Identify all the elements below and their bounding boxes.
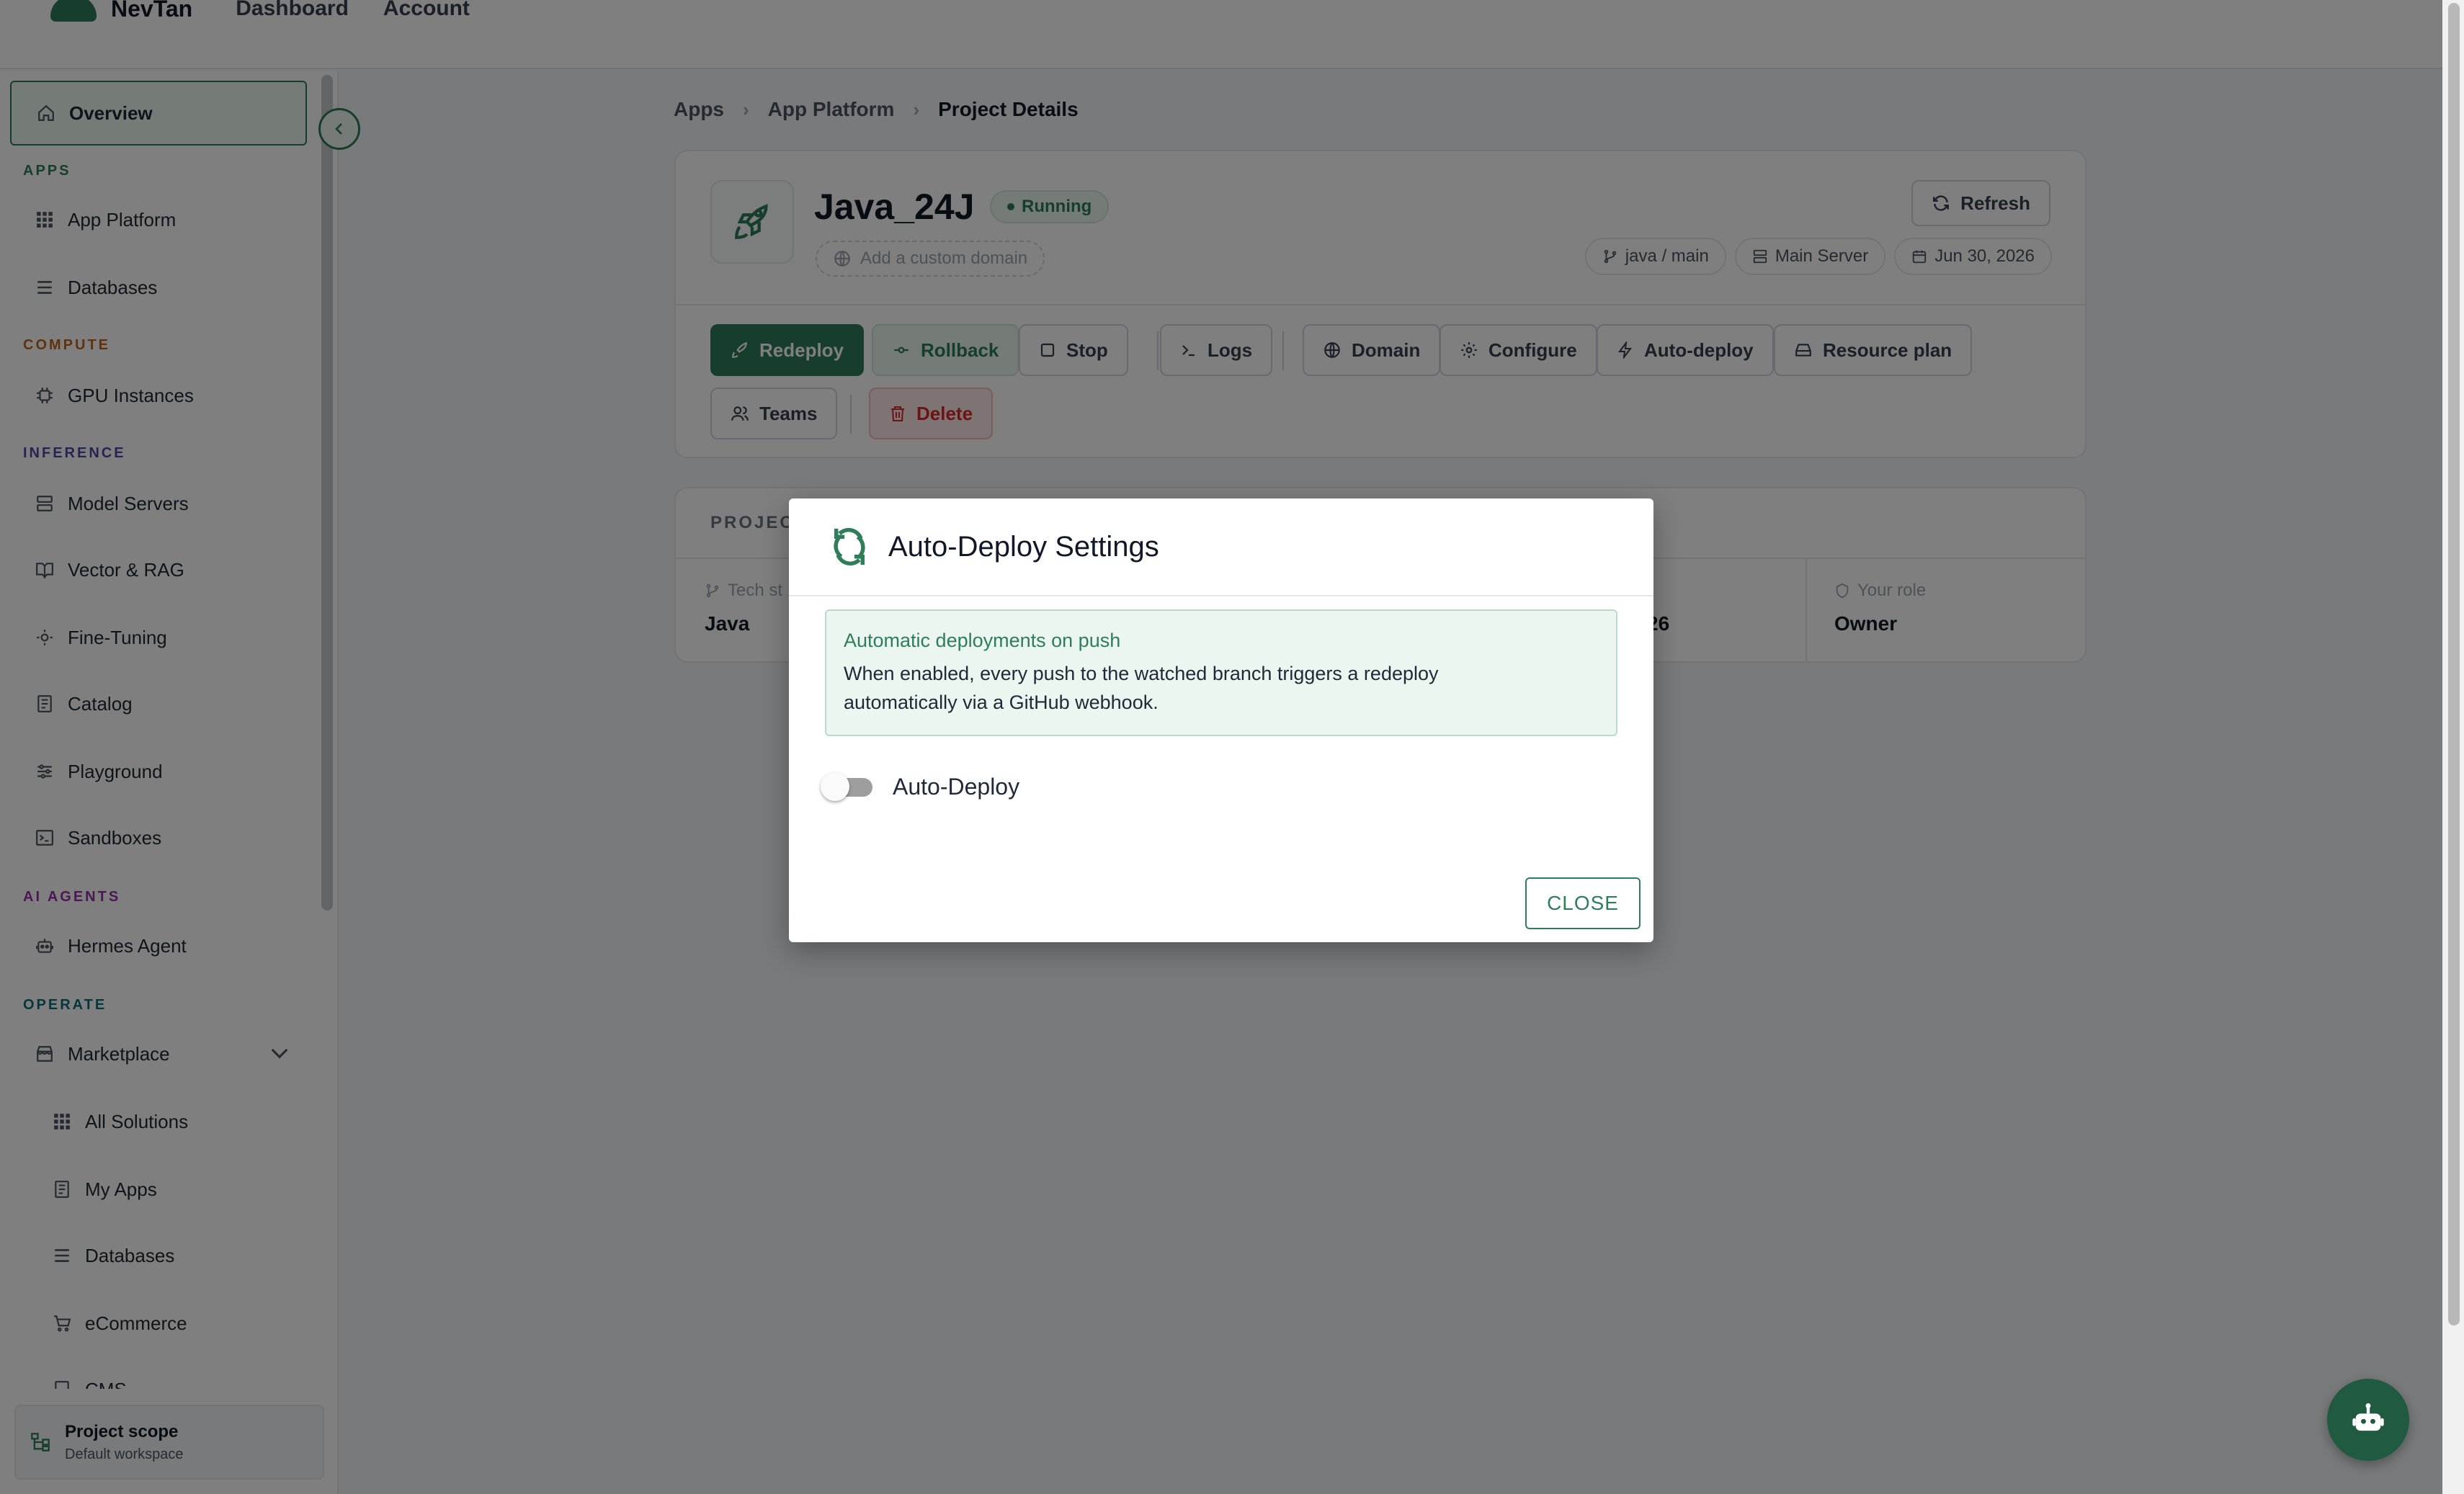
info-title: Automatic deployments on push — [844, 630, 1121, 651]
assistant-chat-button[interactable] — [2327, 1379, 2409, 1461]
robot-icon — [2352, 1403, 2384, 1431]
auto-deploy-toggle-row: Auto-Deploy — [821, 772, 1019, 801]
sync-icon — [834, 527, 865, 566]
auto-deploy-dialog: Auto-Deploy Settings Automatic deploymen… — [789, 498, 1653, 942]
switch-knob — [821, 772, 849, 801]
info-body: When enabled, every push to the watched … — [844, 663, 1439, 713]
page-scrollbar[interactable] — [2448, 3, 2460, 1325]
info-alert: Automatic deployments on push When enabl… — [825, 609, 1617, 736]
dialog-header: Auto-Deploy Settings — [789, 498, 1653, 596]
dialog-title: Auto-Deploy Settings — [888, 530, 1159, 563]
auto-deploy-switch[interactable] — [821, 772, 877, 801]
auto-deploy-label: Auto-Deploy — [893, 773, 1020, 800]
close-button[interactable]: CLOSE — [1525, 877, 1641, 929]
